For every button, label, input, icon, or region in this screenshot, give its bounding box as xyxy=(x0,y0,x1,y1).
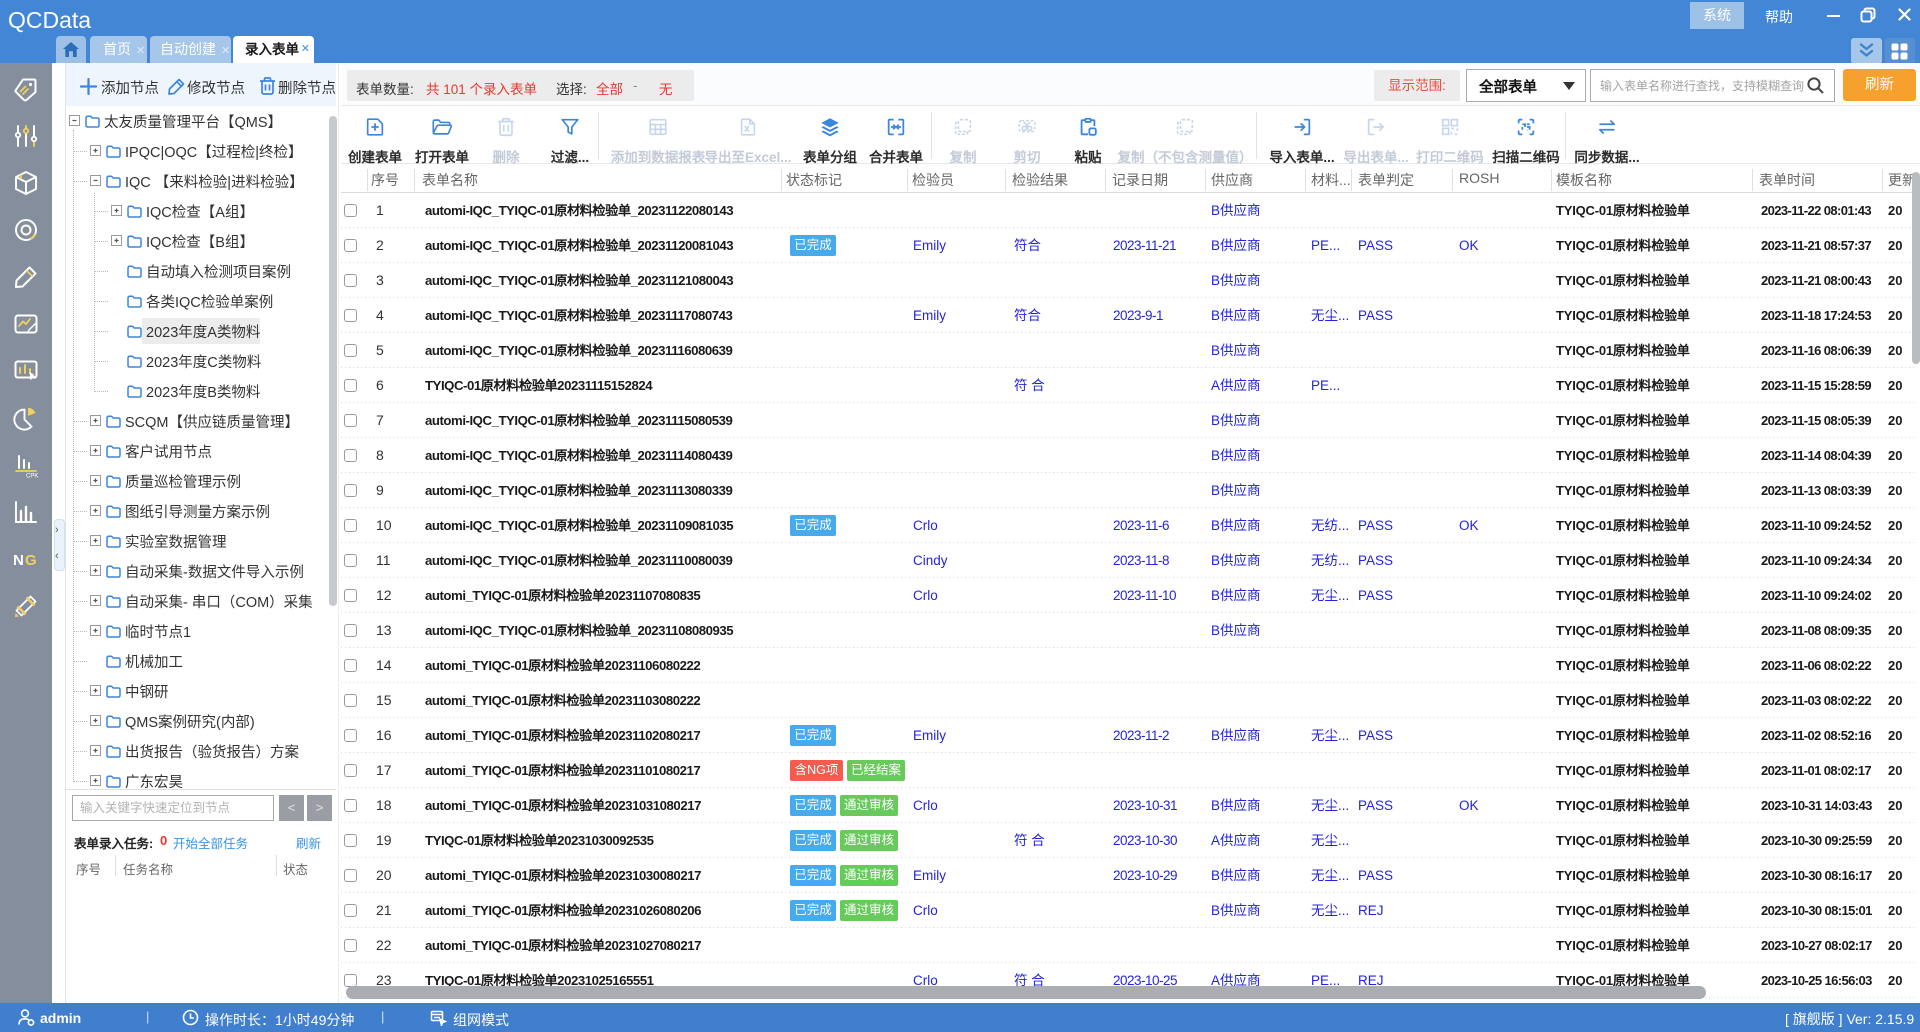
svg-text:G: G xyxy=(25,552,37,569)
svg-text:CPK: CPK xyxy=(26,474,38,479)
svg-text:N: N xyxy=(13,552,24,569)
